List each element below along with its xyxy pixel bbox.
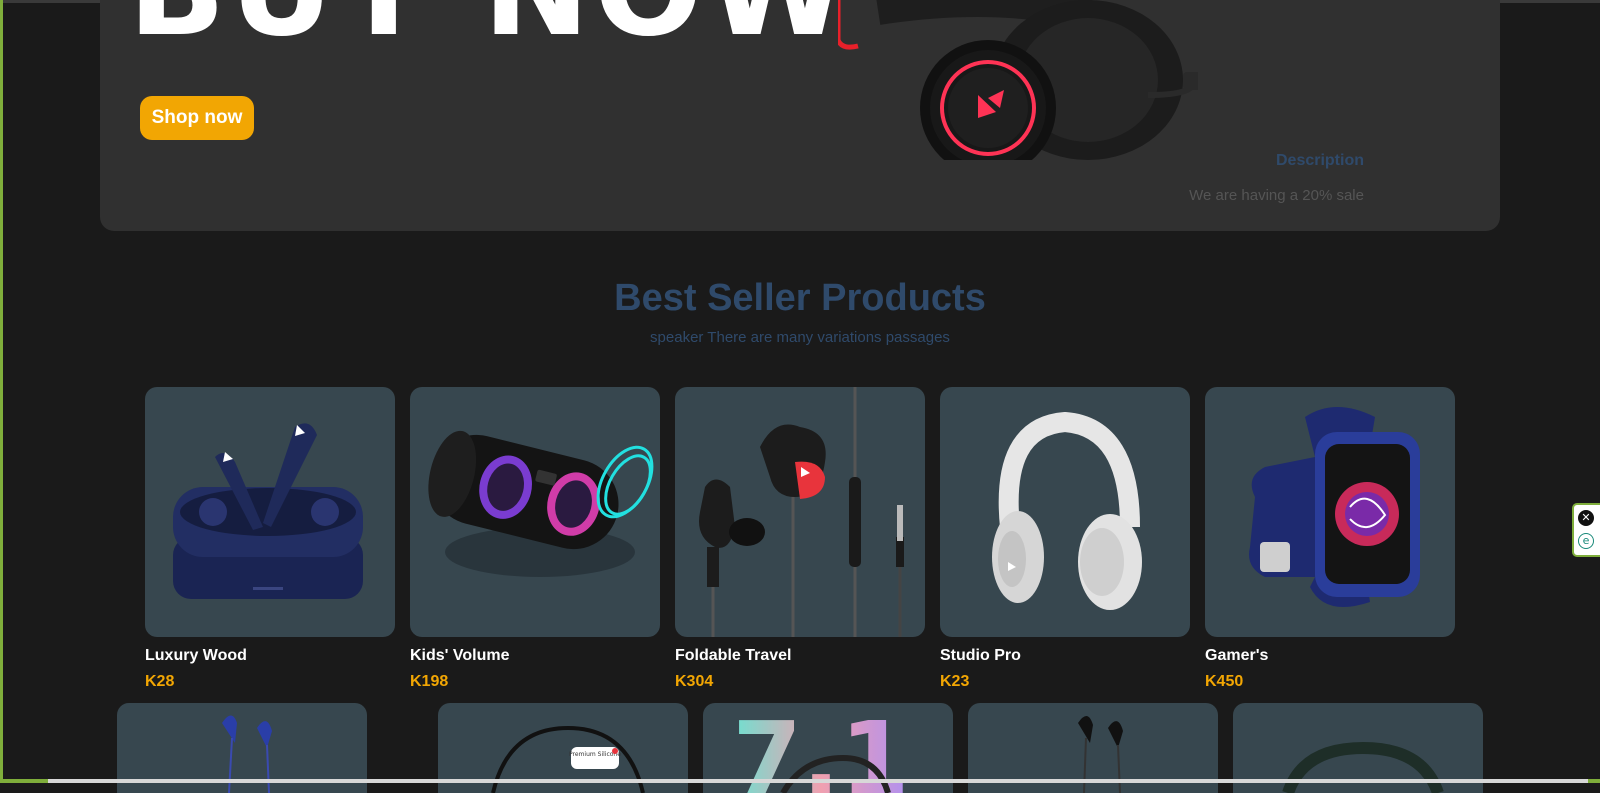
hero-headline: BUY NOW (128, 0, 852, 55)
section-subtitle: speaker There are many variations passag… (650, 329, 950, 346)
product-card[interactable]: Foldable Travel K304 (675, 387, 925, 691)
product-image[interactable] (940, 387, 1190, 637)
product-card[interactable]: Gamer's K450 (1205, 387, 1455, 691)
window-left-border (0, 0, 3, 783)
product-image[interactable] (675, 387, 925, 637)
product-price: K198 (410, 673, 449, 690)
side-extension-widget: ✕ e (1572, 503, 1600, 557)
speaker-icon (428, 430, 654, 577)
close-icon[interactable]: ✕ (1578, 510, 1594, 526)
product-card[interactable]: Luxury Wood K28 (145, 387, 395, 691)
product-price: K23 (940, 673, 970, 690)
wired-earphones-icon (699, 387, 904, 637)
description-label: Description (1275, 152, 1364, 169)
extension-icon[interactable]: e (1578, 533, 1594, 549)
product-card[interactable]: Studio Pro K23 (940, 387, 1190, 691)
product-image[interactable] (410, 387, 660, 637)
product-card[interactable]: Kids' Volume K198 (410, 387, 660, 691)
product-image[interactable] (1205, 387, 1455, 637)
shop-now-button[interactable]: Shop now (140, 96, 254, 140)
horizontal-scrollbar[interactable] (48, 779, 1588, 783)
earbuds-icon (173, 423, 363, 599)
product-name[interactable]: Studio Pro (940, 647, 1190, 665)
product-name[interactable]: Luxury Wood (145, 647, 395, 665)
smartwatch-icon (1249, 407, 1420, 607)
product-name[interactable]: Gamer's (1205, 647, 1455, 665)
headphones-icon (992, 411, 1142, 610)
product-price: K28 (145, 673, 175, 690)
hero-banner: BUY NOW Shop now Description We are havi… (100, 0, 1500, 231)
section-title: Best Seller Products (614, 277, 986, 319)
product-price: K450 (1205, 673, 1244, 690)
product-name[interactable]: Kids' Volume (410, 647, 660, 665)
product-name[interactable]: Foldable Travel (675, 647, 925, 665)
gaming-headset-image (838, 0, 1198, 160)
description-text: We are having a 20% sale (1189, 187, 1364, 204)
product-image[interactable] (145, 387, 395, 637)
product-price: K304 (675, 673, 714, 690)
